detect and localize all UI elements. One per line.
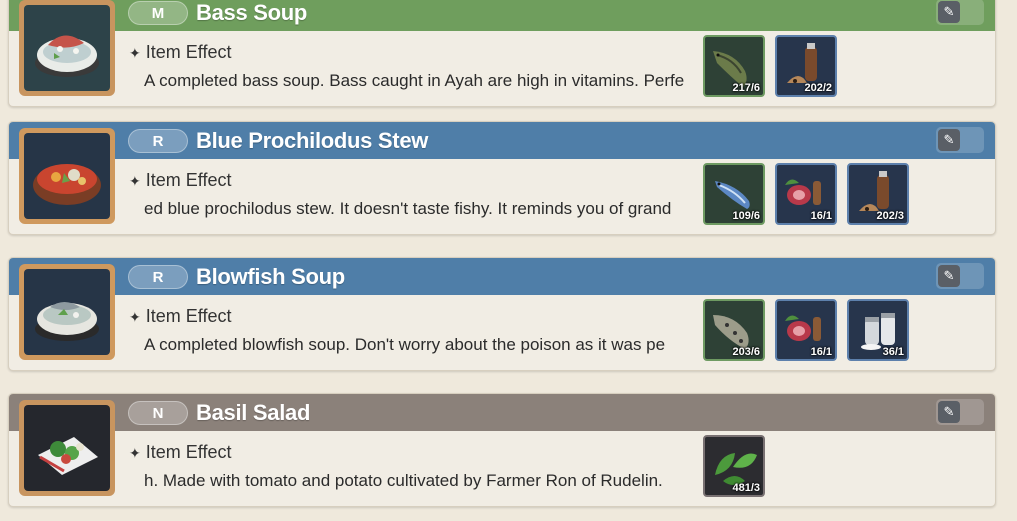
item-effect-label: ✦ Item Effect xyxy=(129,42,232,62)
item-effect-label: ✦ Item Effect xyxy=(129,306,232,326)
recipe-title: Blowfish Soup xyxy=(196,264,345,289)
grade-badge: N xyxy=(128,401,188,425)
recipe-card-blue-prochilodus-stew[interactable]: R Blue Prochilodus Stew ✎ ✦ Item Effect … xyxy=(8,121,996,235)
recipe-thumbnail xyxy=(19,264,115,360)
recipe-title: Basil Salad xyxy=(196,400,311,425)
grade-badge: R xyxy=(128,265,188,289)
recipe-title: Bass Soup xyxy=(196,0,307,25)
recipe-description: h. Made with tomato and potato cultivate… xyxy=(144,471,663,490)
ingredient-slot[interactable]: 202/3 xyxy=(847,163,909,225)
pin-icon: ✎ xyxy=(938,1,960,23)
recipe-card-bass-soup[interactable]: M Bass Soup ✎ ✦ Item Effect A completed … xyxy=(8,0,996,107)
pin-toggle[interactable]: ✎ xyxy=(936,127,984,153)
ingredient-qty: 16/1 xyxy=(810,210,832,222)
ingredient-slot[interactable]: 202/2 xyxy=(775,35,837,97)
ingredient-slot[interactable]: 203/6 xyxy=(703,299,765,361)
recipe-thumbnail xyxy=(19,400,115,496)
bass-soup-icon xyxy=(35,35,99,77)
ingredient-slot[interactable]: 109/6 xyxy=(703,163,765,225)
pin-icon: ✎ xyxy=(938,129,960,151)
item-effect-label: ✦ Item Effect xyxy=(129,170,232,190)
blowfish-soup-icon xyxy=(35,302,99,341)
ingredient-qty: 202/3 xyxy=(876,210,904,222)
ingredient-slot[interactable]: 16/1 xyxy=(775,163,837,225)
pin-icon: ✎ xyxy=(938,401,960,423)
recipe-thumbnail xyxy=(19,0,115,96)
ingredient-qty: 203/6 xyxy=(732,346,760,358)
recipe-description: A completed blowfish soup. Don't worry a… xyxy=(144,335,666,354)
sparkle-icon: ✦ xyxy=(129,45,141,61)
sparkle-icon: ✦ xyxy=(129,173,141,189)
prochilodus-stew-icon xyxy=(33,164,101,205)
recipe-description: ed blue prochilodus stew. It doesn't tas… xyxy=(144,199,672,218)
recipe-title: Blue Prochilodus Stew xyxy=(196,128,429,153)
ingredient-qty: 16/1 xyxy=(810,346,832,358)
pin-icon: ✎ xyxy=(938,265,960,287)
pin-toggle[interactable]: ✎ xyxy=(936,399,984,425)
basil-salad-icon xyxy=(38,437,98,475)
grade-badge: M xyxy=(128,1,188,25)
ingredient-qty: 217/6 xyxy=(732,82,760,94)
grade-badge: R xyxy=(128,129,188,153)
sparkle-icon: ✦ xyxy=(129,445,141,461)
pin-toggle[interactable]: ✎ xyxy=(936,0,984,25)
ingredient-qty: 109/6 xyxy=(732,210,760,222)
recipe-description: A completed bass soup. Bass caught in Ay… xyxy=(144,71,685,90)
ingredient-qty: 481/3 xyxy=(732,482,760,494)
ingredient-slot[interactable]: 217/6 xyxy=(703,35,765,97)
sparkle-icon: ✦ xyxy=(129,309,141,325)
ingredient-slot[interactable]: 36/1 xyxy=(847,299,909,361)
ingredient-slot[interactable]: 481/3 xyxy=(703,435,765,497)
ingredient-qty: 36/1 xyxy=(882,346,904,358)
recipe-card-basil-salad[interactable]: N Basil Salad ✎ ✦ Item Effect h. Made wi… xyxy=(8,393,996,507)
recipe-card-blowfish-soup[interactable]: R Blowfish Soup ✎ ✦ Item Effect A comple… xyxy=(8,257,996,371)
ingredient-qty: 202/2 xyxy=(804,82,832,94)
pin-toggle[interactable]: ✎ xyxy=(936,263,984,289)
ingredient-slot[interactable]: 16/1 xyxy=(775,299,837,361)
item-effect-label: ✦ Item Effect xyxy=(129,442,232,462)
recipe-thumbnail xyxy=(19,128,115,224)
